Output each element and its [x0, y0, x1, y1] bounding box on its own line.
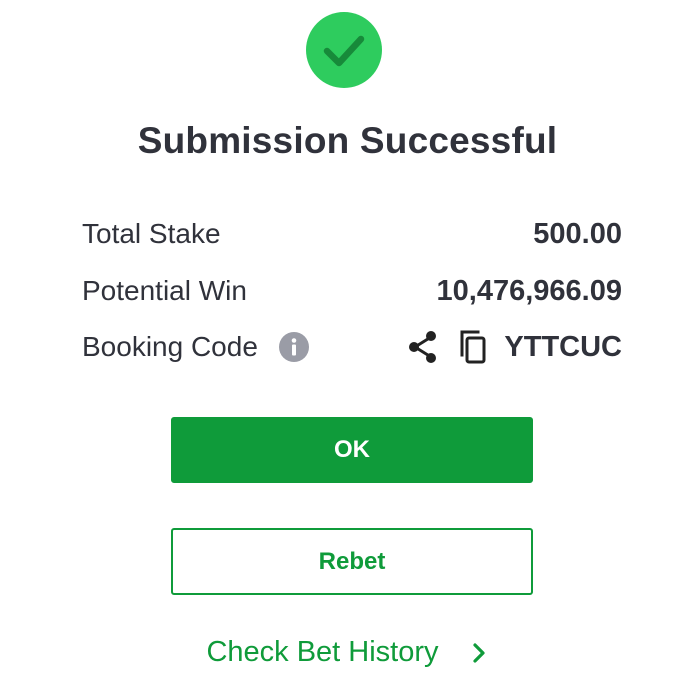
- check-bet-history-link[interactable]: Check Bet History: [0, 636, 695, 669]
- page-title: Submission Successful: [137, 120, 558, 161]
- copy-icon[interactable]: [456, 328, 488, 366]
- rebet-button-label: Rebet: [318, 547, 386, 575]
- total-stake-value: 500.00: [533, 217, 622, 250]
- potential-win-label: Potential Win: [82, 275, 247, 306]
- booking-code-value: YTTCUC: [504, 330, 622, 363]
- check-bet-history-label: Check Bet History: [206, 636, 439, 668]
- chevron-right-icon: [469, 640, 489, 666]
- potential-win-row: Potential Win 10,476,966.09: [82, 271, 622, 311]
- booking-code-row: Booking Code YTTCUC: [82, 327, 622, 367]
- booking-code-value-group: YTTCUC: [406, 328, 622, 366]
- share-icon[interactable]: [406, 329, 440, 365]
- check-circle-icon: [306, 12, 382, 88]
- ok-button-label: OK: [334, 436, 370, 463]
- ok-button[interactable]: OK: [171, 417, 533, 483]
- total-stake-label: Total Stake: [82, 218, 221, 249]
- booking-code-label-group: Booking Code: [82, 331, 309, 363]
- booking-code-label: Booking Code: [82, 331, 258, 362]
- potential-win-value: 10,476,966.09: [436, 274, 622, 307]
- total-stake-row: Total Stake 500.00: [82, 214, 622, 254]
- info-icon[interactable]: [278, 332, 309, 362]
- rebet-button[interactable]: Rebet: [171, 528, 533, 595]
